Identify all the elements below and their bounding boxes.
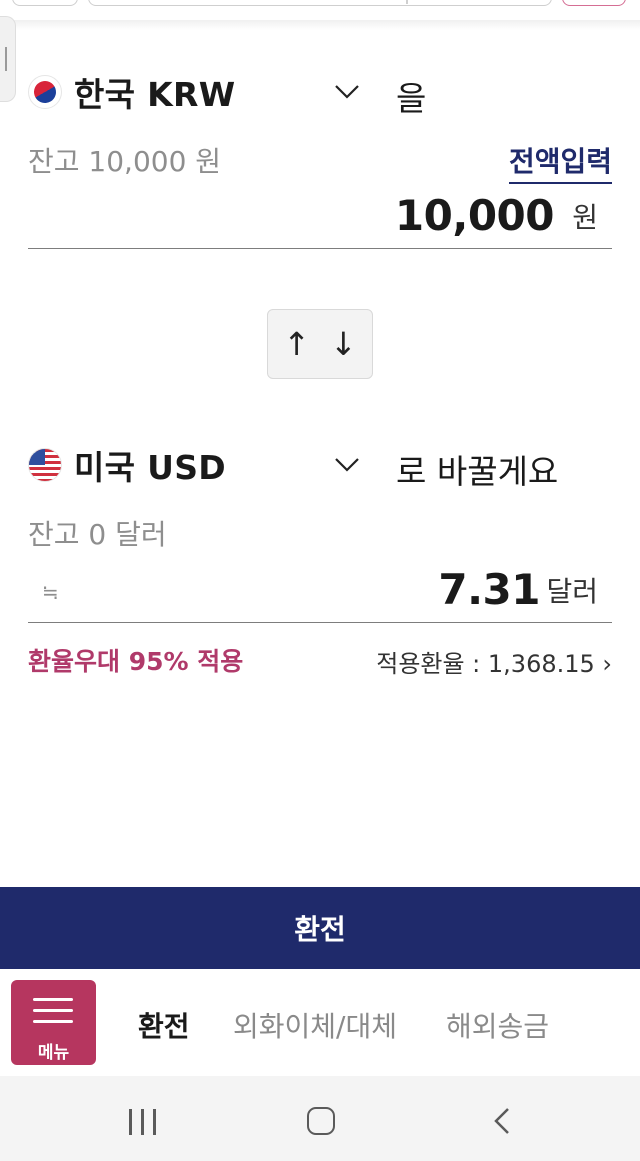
top-action-partial[interactable] (562, 0, 626, 6)
divider (0, 20, 640, 30)
exchange-button[interactable]: 환전 (0, 887, 640, 969)
tab-foreign-transfer[interactable]: 외화이체/대체 (233, 1005, 397, 1045)
to-balance: 잔고 0 달러 (28, 518, 167, 551)
tab-overseas-remittance[interactable]: 해외송금 (446, 1005, 549, 1045)
to-suffix: 로 바꿀게요 (396, 452, 559, 491)
system-navigation-bar (0, 1076, 640, 1161)
to-currency-selector[interactable]: 미국 USD 로 바꿀게요 (28, 445, 612, 491)
from-currency-selector[interactable]: 한국 KRW 을 (28, 72, 612, 118)
back-icon[interactable] (488, 1106, 516, 1136)
to-amount-field: ≒ 7.31 달러 (28, 563, 612, 623)
side-drawer-handle[interactable] (0, 16, 16, 102)
bottom-tab-bar: 메뉴 환전 외화이체/대체 해외송금 (0, 969, 640, 1076)
applied-rate-link[interactable]: 적용환율 : 1,368.15 › (376, 644, 612, 679)
hamburger-icon (33, 998, 73, 1001)
to-currency-name: 미국 USD (74, 448, 226, 487)
chevron-down-icon[interactable] (334, 451, 360, 477)
hamburger-icon (33, 1009, 73, 1012)
to-amount-unit: 달러 (546, 575, 598, 608)
us-flag-icon (28, 448, 62, 482)
divider (406, 0, 408, 4)
from-balance: 잔고 10,000 원 (28, 145, 222, 178)
arrow-up-icon: ↑ (283, 325, 310, 363)
swap-currency-button[interactable]: ↑ ↓ (267, 309, 373, 379)
chevron-down-icon[interactable] (334, 78, 360, 104)
hamburger-icon (33, 1020, 73, 1023)
from-currency-name: 한국 KRW (74, 75, 236, 114)
home-icon[interactable] (307, 1107, 335, 1135)
top-button-partial[interactable] (12, 0, 78, 6)
menu-label: 메뉴 (37, 1043, 70, 1063)
kr-flag-icon (28, 75, 62, 109)
tab-exchange[interactable]: 환전 (138, 1005, 190, 1045)
full-amount-button[interactable]: 전액입력 (508, 140, 612, 184)
top-selector-partial[interactable] (88, 0, 552, 6)
menu-button[interactable]: 메뉴 (11, 980, 96, 1065)
from-amount-unit: 원 (572, 201, 598, 234)
from-suffix: 을 (396, 79, 427, 118)
from-amount-value: 10,000 (394, 191, 555, 240)
to-amount-value: 7.31 (438, 565, 540, 614)
rate-benefit-label: 환율우대 95% 적용 (28, 647, 244, 676)
arrow-down-icon: ↓ (330, 325, 357, 363)
recent-apps-icon[interactable] (129, 1109, 159, 1135)
from-amount-field[interactable]: 10,000 원 (28, 189, 612, 249)
approx-icon: ≒ (42, 580, 59, 604)
